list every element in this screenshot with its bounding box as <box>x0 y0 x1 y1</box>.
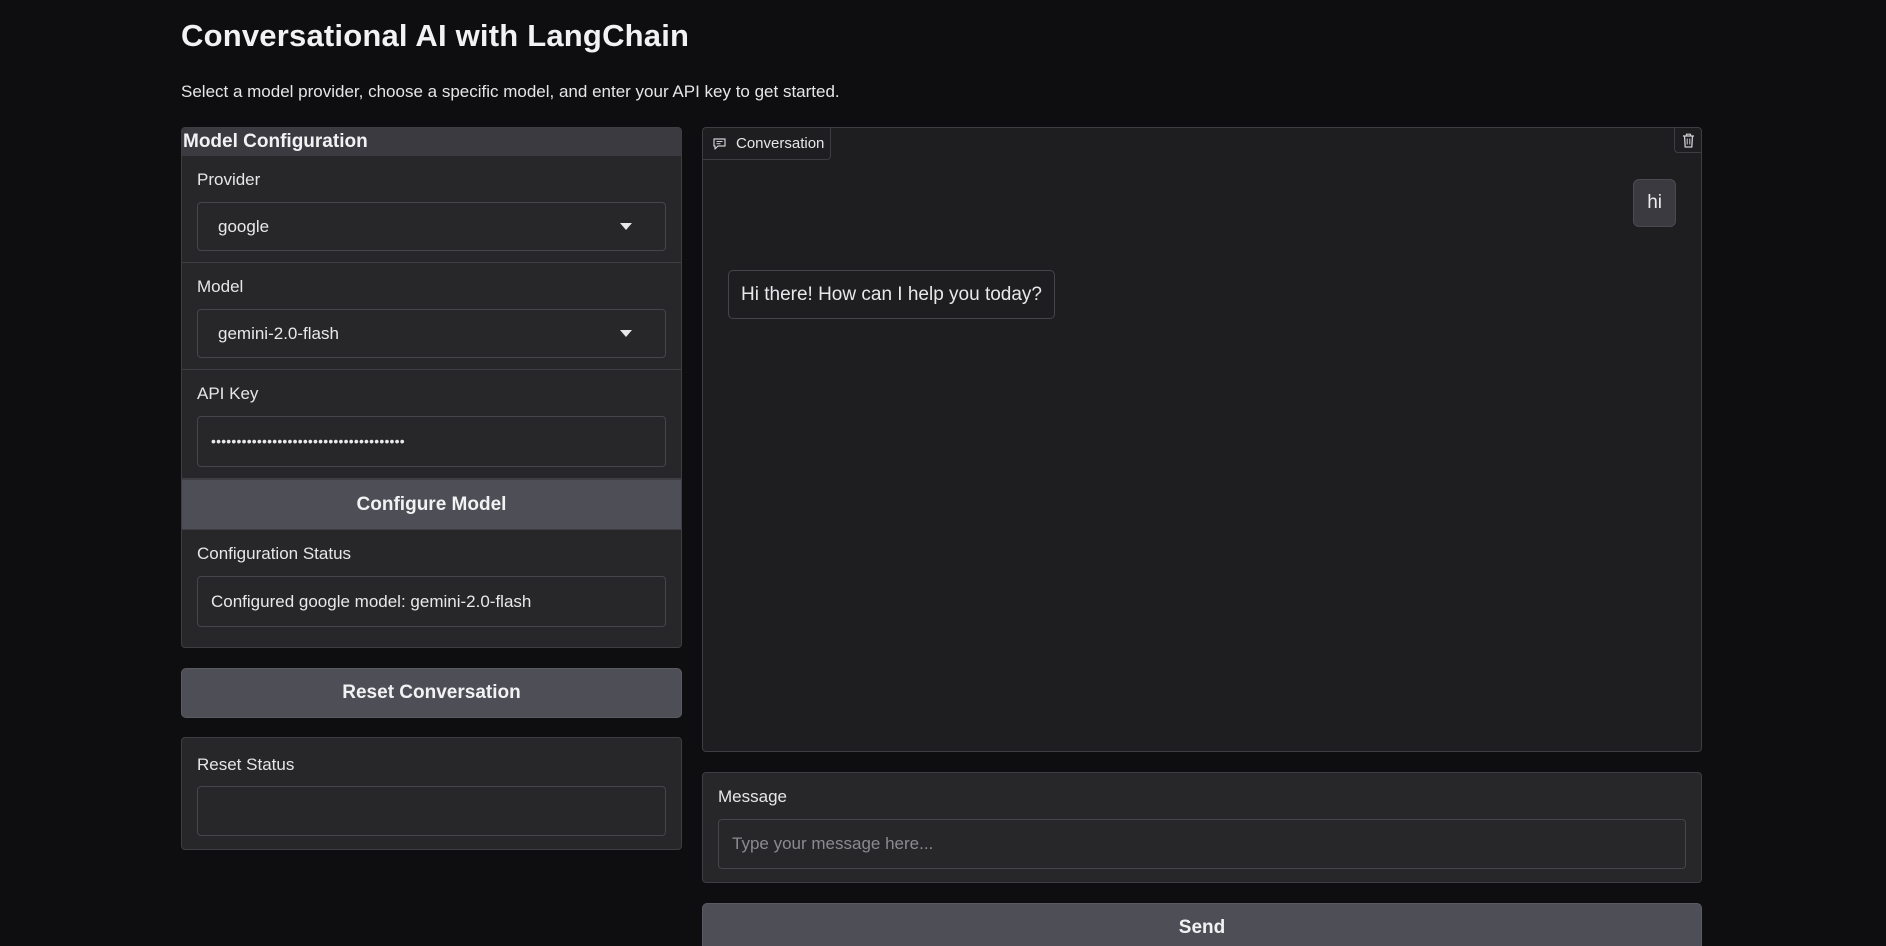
trash-icon <box>1682 133 1694 148</box>
send-button[interactable]: Send <box>702 903 1702 946</box>
page-title: Conversational AI with LangChain <box>181 18 690 53</box>
model-configuration-panel: Model Configuration Provider google Mode… <box>181 127 682 648</box>
assistant-message-bubble: Hi there! How can I help you today? <box>728 270 1056 319</box>
message-input[interactable] <box>718 819 1686 869</box>
api-key-field: API Key ••••••••••••••••••••••••••••••••… <box>182 370 681 479</box>
chat-bubble-icon <box>713 137 726 150</box>
reset-status-label: Reset Status <box>197 755 295 774</box>
model-selected-value: gemini-2.0-flash <box>218 324 339 343</box>
api-key-input[interactable]: •••••••••••••••••••••••••••••••••••••• <box>197 416 666 467</box>
model-dropdown[interactable]: gemini-2.0-flash <box>197 309 666 358</box>
conversation-panel: Conversation hi Hi there! How can I help… <box>702 127 1702 752</box>
model-configuration-header: Model Configuration <box>182 128 681 156</box>
provider-field: Provider google <box>182 156 681 263</box>
conversation-tab: Conversation <box>703 128 831 160</box>
configuration-status-label: Configuration Status <box>197 544 352 563</box>
provider-dropdown[interactable]: google <box>197 202 666 251</box>
configuration-status-field: Configuration Status Configured google m… <box>182 530 681 639</box>
provider-label: Provider <box>197 170 261 189</box>
api-key-label: API Key <box>197 384 259 403</box>
configuration-status-output[interactable]: Configured google model: gemini-2.0-flas… <box>197 576 666 627</box>
reset-conversation-button[interactable]: Reset Conversation <box>181 668 682 718</box>
reset-status-output[interactable] <box>197 786 666 836</box>
reset-status-panel: Reset Status <box>181 737 682 850</box>
clear-chat-button[interactable] <box>1674 128 1701 153</box>
model-label: Model <box>197 277 244 296</box>
provider-selected-value: google <box>218 217 270 236</box>
conversation-tab-label: Conversation <box>736 135 825 152</box>
message-panel: Message <box>702 772 1702 883</box>
page-subtitle: Select a model provider, choose a specif… <box>181 82 840 101</box>
caret-down-icon <box>620 223 632 230</box>
configure-model-button[interactable]: Configure Model <box>182 479 681 530</box>
user-message-bubble: hi <box>1633 179 1676 227</box>
model-field: Model gemini-2.0-flash <box>182 263 681 370</box>
caret-down-icon <box>620 330 632 337</box>
message-label: Message <box>718 787 787 806</box>
app-page: Conversational AI with LangChain Select … <box>0 0 1886 946</box>
